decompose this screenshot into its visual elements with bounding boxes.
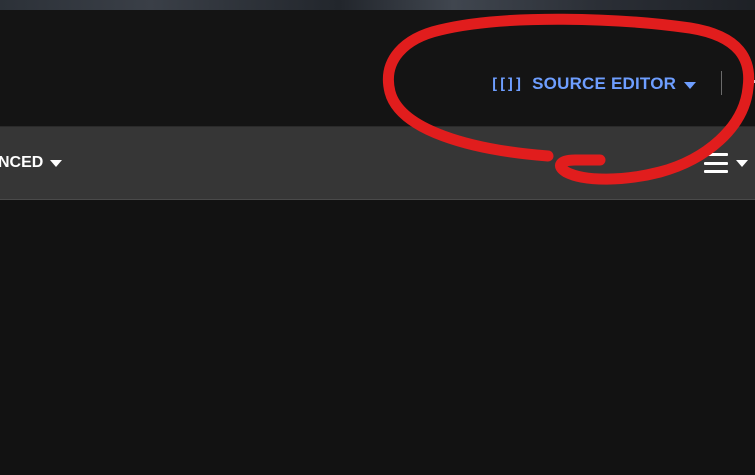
editor-toolbar: NCED [0, 126, 755, 200]
editor-switcher-button[interactable]: [[]] SOURCE EDITOR [490, 73, 697, 95]
advanced-menu-label: NCED [0, 154, 44, 171]
header-edge-mark [748, 80, 755, 83]
chevron-down-icon [684, 81, 697, 89]
hamburger-icon [704, 153, 728, 173]
chevron-down-icon [50, 159, 63, 167]
toc-menu-button[interactable] [704, 153, 748, 173]
chevron-down-icon [736, 159, 748, 167]
editor-content-area[interactable] [0, 200, 755, 475]
source-brackets-icon: [[]] [490, 75, 523, 93]
top-banner-image [0, 0, 755, 10]
header-divider [721, 71, 722, 95]
editor-switcher-label: SOURCE EDITOR [532, 74, 677, 93]
page-header: [[]] SOURCE EDITOR [0, 10, 755, 126]
advanced-menu-button[interactable]: NCED [0, 154, 63, 172]
